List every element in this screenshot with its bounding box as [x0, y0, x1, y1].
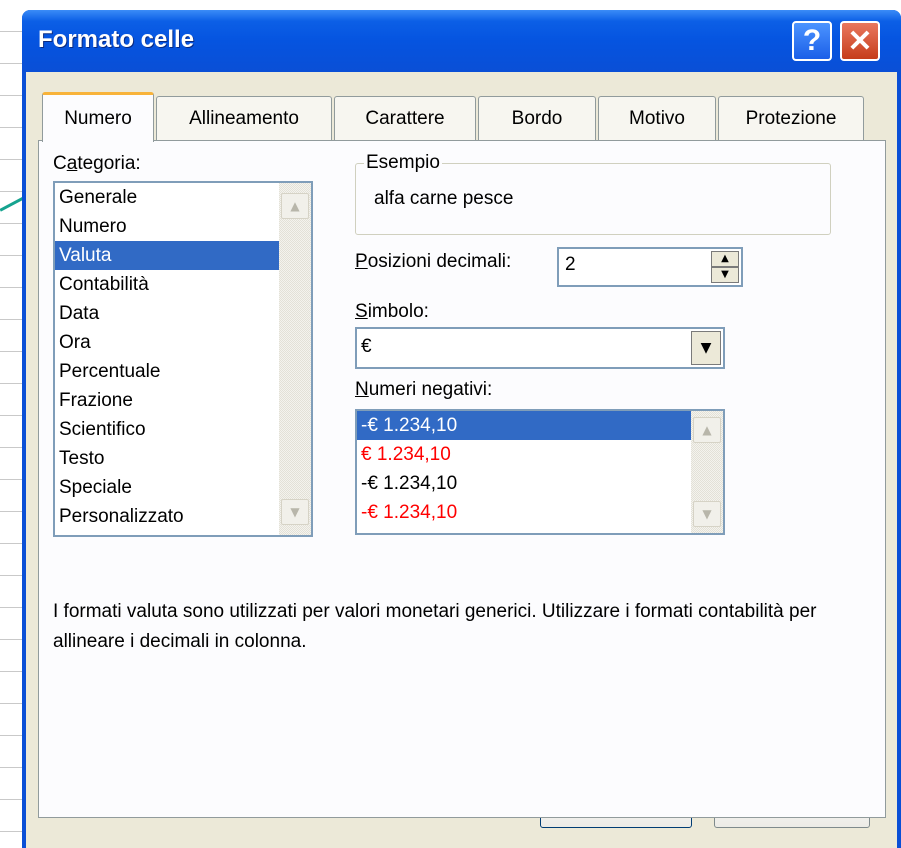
tab-protezione[interactable]: Protezione	[718, 96, 864, 140]
list-item[interactable]: Generale	[55, 183, 311, 212]
category-listbox[interactable]: Generale Numero Valuta Contabilità Data …	[53, 181, 313, 537]
negatives-scrollbar[interactable]: ▲ ▼	[691, 411, 723, 533]
symbol-value: €	[361, 336, 372, 357]
list-item[interactable]: Testo	[55, 444, 311, 473]
scroll-down-icon[interactable]: ▼	[281, 499, 309, 525]
list-item[interactable]: -€ 1.234,10	[357, 411, 691, 440]
dialog-titlebar[interactable]: Formato celle ? ✕	[22, 10, 901, 72]
tab-allineamento-label: Allineamento	[189, 107, 299, 129]
example-legend: Esempio	[364, 152, 442, 174]
list-item[interactable]: Percentuale	[55, 357, 311, 386]
chevron-down-icon[interactable]: ▼	[691, 331, 721, 365]
spin-down-icon[interactable]: ▼	[711, 267, 739, 283]
tab-motivo-label: Motivo	[629, 107, 685, 129]
list-item[interactable]: Numero	[55, 212, 311, 241]
scroll-up-icon[interactable]: ▲	[693, 417, 721, 443]
tab-carattere-label: Carattere	[365, 107, 445, 129]
decimals-spin-buttons: ▲ ▼	[711, 251, 739, 283]
list-item[interactable]: -€ 1.234,10	[357, 469, 723, 498]
list-item[interactable]: Valuta	[55, 241, 279, 270]
help-icon: ?	[802, 24, 822, 57]
decimals-stepper[interactable]: 2 ▲ ▼	[557, 247, 743, 287]
list-item[interactable]: Personalizzato	[55, 502, 311, 531]
decimals-value: 2	[565, 254, 576, 275]
tab-allineamento[interactable]: Allineamento	[156, 96, 332, 140]
tab-motivo[interactable]: Motivo	[598, 96, 716, 140]
scroll-up-icon[interactable]: ▲	[281, 193, 309, 219]
example-value: alfa carne pesce	[374, 188, 514, 209]
tab-protezione-label: Protezione	[745, 107, 837, 129]
tab-numero[interactable]: Numero	[42, 92, 154, 142]
help-button[interactable]: ?	[792, 21, 832, 61]
tab-panel-numero: Categoria: Generale Numero Valuta Contab…	[38, 140, 886, 818]
tab-numero-label: Numero	[64, 107, 132, 129]
spin-up-icon[interactable]: ▲	[711, 251, 739, 267]
list-item[interactable]: Speciale	[55, 473, 311, 502]
category-label: Categoria:	[53, 153, 141, 174]
list-item[interactable]: Scientifico	[55, 415, 311, 444]
close-icon: ✕	[847, 24, 873, 58]
tab-bordo-label: Bordo	[511, 107, 563, 129]
format-description: I formati valuta sono utilizzati per val…	[53, 601, 817, 652]
tab-bordo[interactable]: Bordo	[478, 96, 596, 140]
example-groupbox: Esempio alfa carne pesce	[355, 152, 831, 235]
tab-carattere[interactable]: Carattere	[334, 96, 476, 140]
list-item[interactable]: -€ 1.234,10	[357, 498, 723, 527]
decimals-label: Posizioni decimali:	[355, 251, 512, 272]
scroll-down-icon[interactable]: ▼	[693, 501, 721, 527]
list-item[interactable]: € 1.234,10	[357, 440, 723, 469]
category-items: Generale Numero Valuta Contabilità Data …	[55, 183, 311, 531]
dialog-title: Formato celle	[38, 26, 195, 53]
negatives-label: Numeri negativi:	[355, 379, 493, 400]
format-cells-dialog: Formato celle ? ✕ Numero Allineamento Ca…	[22, 10, 901, 848]
close-button[interactable]: ✕	[840, 21, 880, 61]
list-item[interactable]: Contabilità	[55, 270, 311, 299]
list-item[interactable]: Ora	[55, 328, 311, 357]
list-item[interactable]: Data	[55, 299, 311, 328]
category-scrollbar[interactable]: ▲ ▼	[279, 183, 311, 535]
list-item[interactable]: Frazione	[55, 386, 311, 415]
dialog-client-area: Numero Allineamento Carattere Bordo Moti…	[26, 72, 897, 848]
symbol-select[interactable]: € ▼	[355, 327, 725, 369]
symbol-label: Simbolo:	[355, 301, 429, 322]
negatives-listbox[interactable]: -€ 1.234,10 € 1.234,10 -€ 1.234,10 -€ 1.…	[355, 409, 725, 535]
